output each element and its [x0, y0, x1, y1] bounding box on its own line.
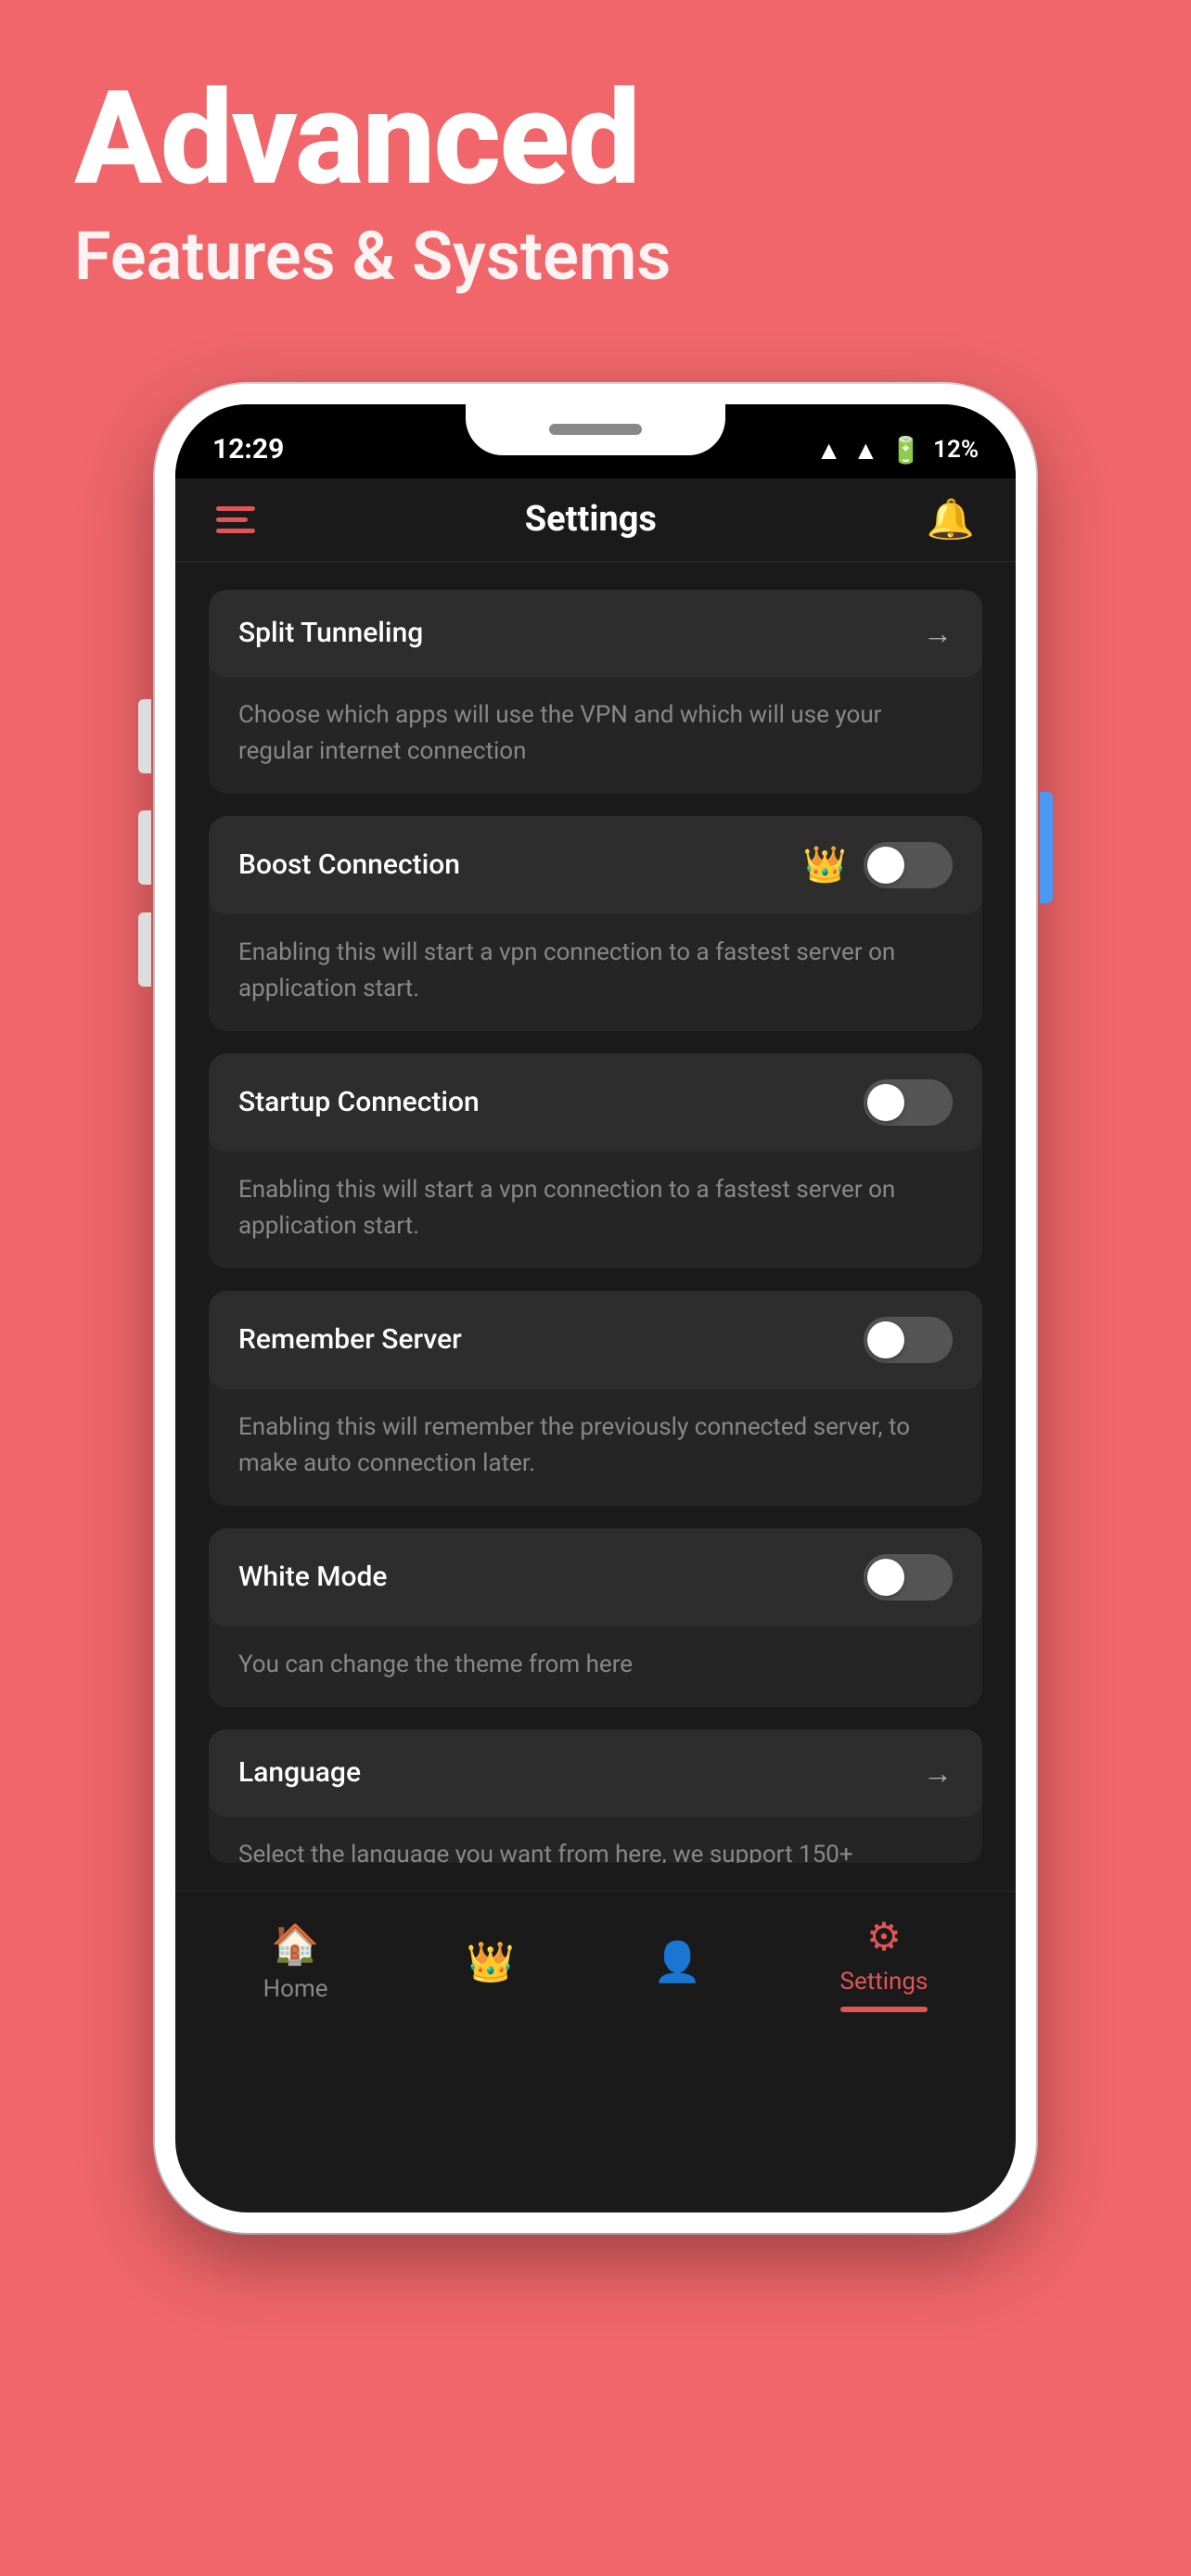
- split-tunneling-arrow-icon: →: [923, 616, 953, 651]
- settings-icon: ⚙: [866, 1914, 902, 1960]
- startup-connection-card: Startup Connection Enabling this will st…: [209, 1053, 982, 1269]
- top-nav-bar: Settings 🔔: [175, 478, 1016, 562]
- split-tunneling-desc: Choose which apps will use the VPN and w…: [209, 677, 982, 794]
- settings-content: Split Tunneling → Choose which apps will…: [175, 562, 1016, 1891]
- remember-server-desc: Enabling this will remember the previous…: [209, 1389, 982, 1506]
- battery-icon: 🔋: [890, 435, 922, 465]
- white-mode-toggle[interactable]: [864, 1554, 953, 1600]
- signal-icon: ▲: [853, 435, 879, 465]
- hamburger-menu-button[interactable]: [216, 506, 255, 533]
- crown-nav-icon: 👑: [467, 1940, 515, 1985]
- boost-connection-label: Boost Connection: [238, 848, 460, 881]
- white-mode-right: [864, 1554, 953, 1600]
- language-desc: Select the language you want from here, …: [209, 1817, 982, 1863]
- boost-connection-desc: Enabling this will start a vpn connectio…: [209, 914, 982, 1031]
- hamburger-line-2: [216, 517, 248, 522]
- speaker: [549, 424, 642, 435]
- nav-item-home[interactable]: 🏠 Home: [263, 1922, 328, 2003]
- startup-connection-toggle[interactable]: [864, 1079, 953, 1126]
- home-icon: 🏠: [271, 1922, 319, 1968]
- white-mode-label: White Mode: [238, 1561, 387, 1593]
- white-mode-toggle-thumb: [867, 1559, 904, 1596]
- white-mode-card: White Mode You can change the theme from…: [209, 1528, 982, 1707]
- white-mode-row[interactable]: White Mode: [209, 1528, 982, 1626]
- split-tunneling-label: Split Tunneling: [238, 617, 423, 649]
- wifi-icon: ▲: [816, 435, 842, 465]
- phone-frame: 12:29 ▲ ▲ 🔋 12% Settings: [155, 384, 1036, 2233]
- crown-icon: 👑: [803, 845, 847, 886]
- boost-connection-toggle[interactable]: [864, 842, 953, 888]
- remember-server-card: Remember Server Enabling this will remem…: [209, 1291, 982, 1506]
- battery-percent: 12%: [933, 436, 979, 464]
- remember-server-right: [864, 1317, 953, 1363]
- remember-server-toggle[interactable]: [864, 1317, 953, 1363]
- status-bar: 12:29 ▲ ▲ 🔋 12%: [175, 404, 1016, 478]
- page-title: Settings: [525, 499, 657, 540]
- home-label: Home: [263, 1975, 328, 2003]
- language-label: Language: [238, 1756, 361, 1789]
- status-right: ▲ ▲ 🔋 12%: [816, 435, 979, 465]
- split-tunneling-card: Split Tunneling → Choose which apps will…: [209, 590, 982, 794]
- remember-server-row[interactable]: Remember Server: [209, 1291, 982, 1389]
- hero-title: Advanced: [74, 74, 1117, 204]
- language-right: →: [923, 1755, 953, 1791]
- profile-icon: 👤: [653, 1940, 701, 1985]
- hamburger-line-3: [216, 529, 255, 533]
- notification-bell-icon[interactable]: 🔔: [927, 497, 975, 542]
- remember-toggle-thumb: [867, 1321, 904, 1358]
- startup-toggle-thumb: [867, 1084, 904, 1121]
- boost-connection-card: Boost Connection 👑 Enabling this will st…: [209, 816, 982, 1031]
- settings-active-indicator: [840, 2007, 928, 2012]
- boost-connection-row[interactable]: Boost Connection 👑: [209, 816, 982, 914]
- language-arrow-icon: →: [923, 1755, 953, 1791]
- startup-connection-label: Startup Connection: [238, 1086, 480, 1118]
- nav-item-profile[interactable]: 👤: [653, 1940, 701, 1985]
- hero-subtitle: Features & Systems: [74, 213, 1117, 300]
- nav-item-crown[interactable]: 👑: [467, 1940, 515, 1985]
- startup-connection-right: [864, 1079, 953, 1126]
- startup-connection-desc: Enabling this will start a vpn connectio…: [209, 1152, 982, 1269]
- hamburger-line-1: [216, 506, 255, 511]
- boost-toggle-thumb: [867, 847, 904, 884]
- hero-section: Advanced Features & Systems: [0, 0, 1191, 356]
- settings-label: Settings: [840, 1968, 928, 1996]
- split-tunneling-row[interactable]: Split Tunneling →: [209, 590, 982, 677]
- nav-item-settings[interactable]: ⚙ Settings: [840, 1914, 928, 2012]
- notch-cutout: [466, 404, 725, 455]
- language-row[interactable]: Language →: [209, 1729, 982, 1817]
- white-mode-desc: You can change the theme from here: [209, 1626, 982, 1707]
- bottom-nav-bar: 🏠 Home 👑 👤 ⚙ Settings: [175, 1891, 1016, 2046]
- remember-server-label: Remember Server: [238, 1323, 462, 1356]
- split-tunneling-right: →: [923, 616, 953, 651]
- startup-connection-row[interactable]: Startup Connection: [209, 1053, 982, 1152]
- phone-wrapper: 12:29 ▲ ▲ 🔋 12% Settings: [0, 356, 1191, 2289]
- phone-screen: 12:29 ▲ ▲ 🔋 12% Settings: [175, 404, 1016, 2213]
- language-card: Language → Select the language you want …: [209, 1729, 982, 1863]
- boost-connection-right: 👑: [803, 842, 953, 888]
- status-time: 12:29: [212, 433, 284, 465]
